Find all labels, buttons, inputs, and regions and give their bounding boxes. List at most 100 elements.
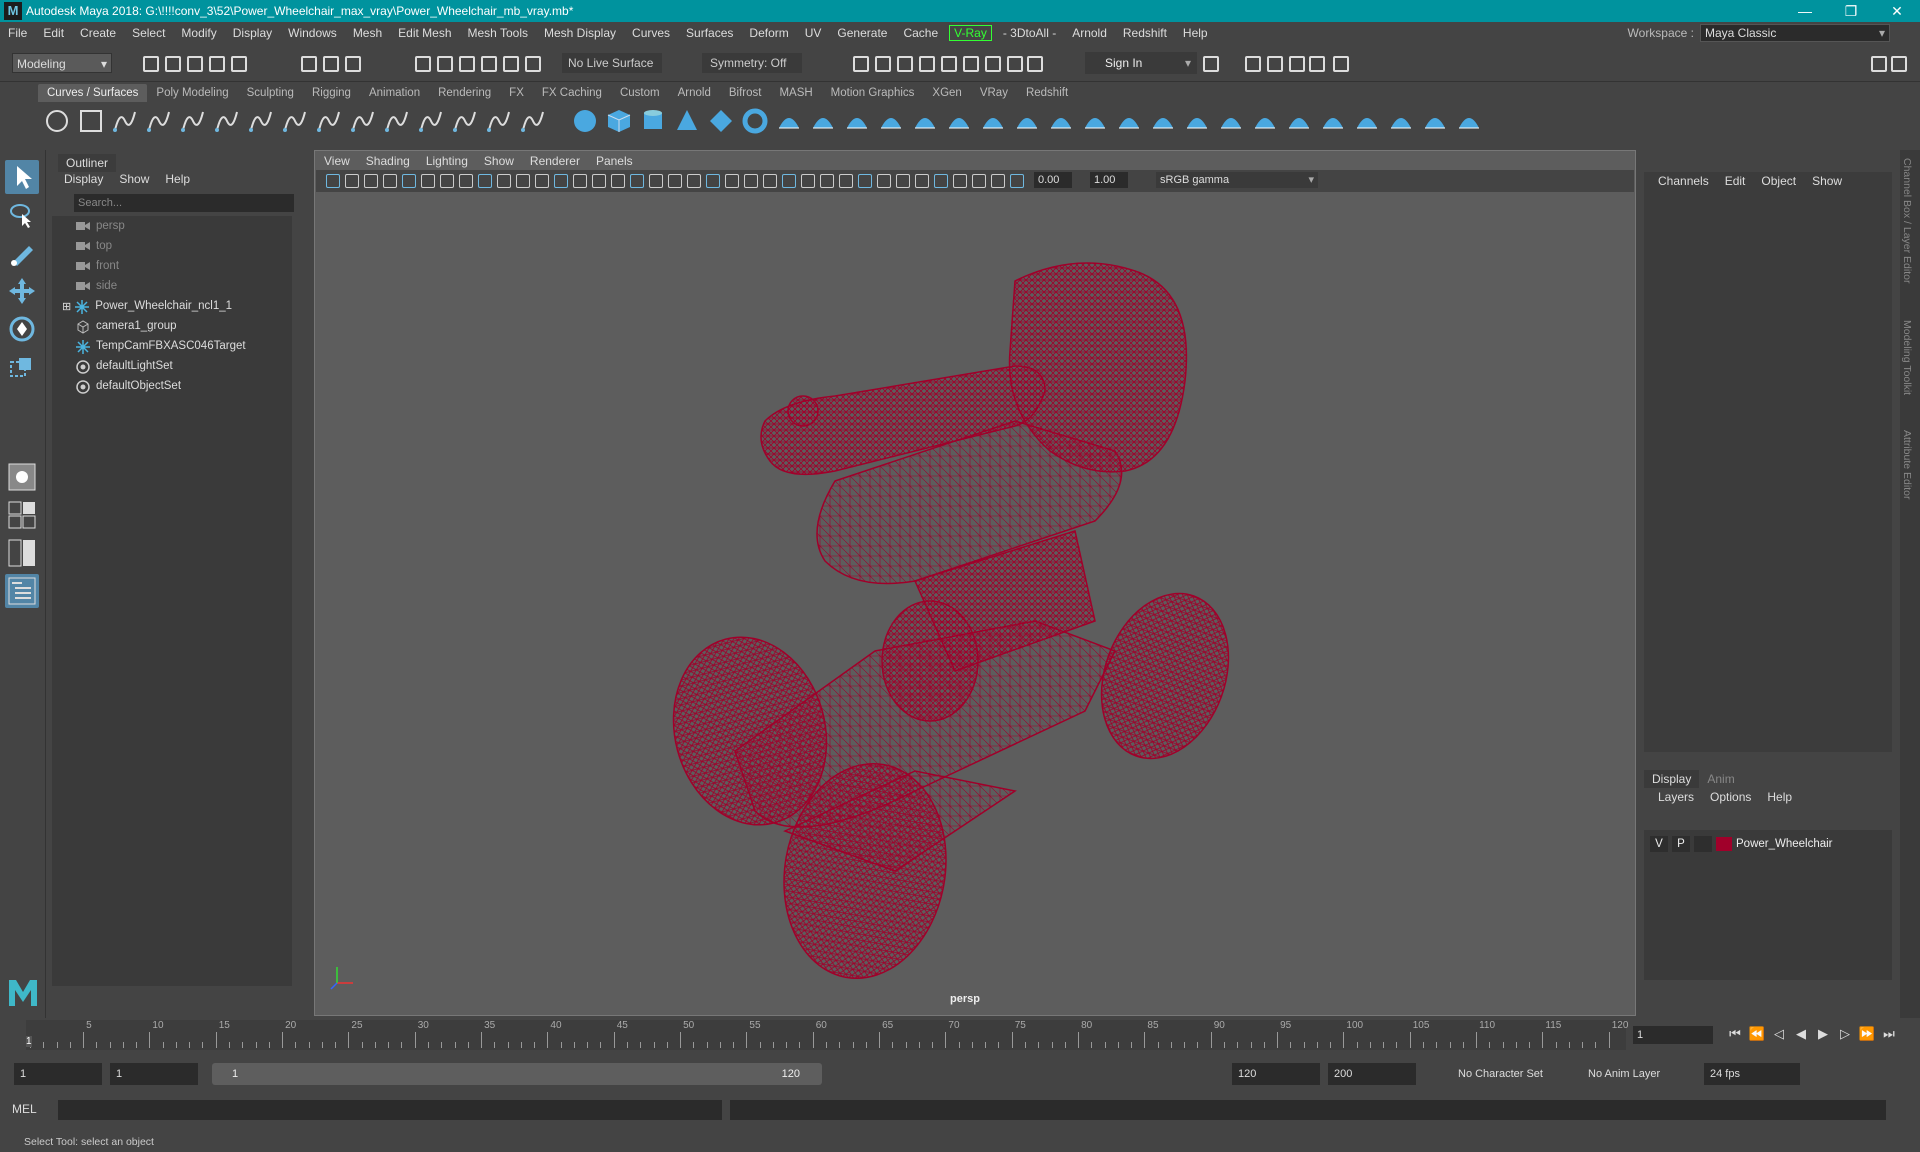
shelf-tool-36-icon[interactable]: [1252, 108, 1278, 134]
status-tool-3-icon[interactable]: [184, 53, 203, 72]
outliner-item-persp[interactable]: persp: [76, 216, 125, 236]
shelf-tab-rendering[interactable]: Rendering: [429, 84, 500, 102]
shelf-tool-5-icon[interactable]: [180, 108, 206, 134]
channel-menu-show[interactable]: Show: [1804, 172, 1850, 190]
wheelchair-wireframe[interactable]: [315, 151, 1637, 1017]
menu-uv[interactable]: UV: [797, 26, 830, 40]
shelf-tab-arnold[interactable]: Arnold: [669, 84, 720, 102]
shelf-tab-xgen[interactable]: XGen: [923, 84, 970, 102]
shelf-tool-14-icon[interactable]: [486, 108, 512, 134]
menu-edit[interactable]: Edit: [35, 26, 72, 40]
character-set-dropdown[interactable]: No Character Set: [1450, 1063, 1580, 1085]
status-tool-26-icon[interactable]: [1264, 53, 1283, 72]
menu-mesh[interactable]: Mesh: [345, 26, 390, 40]
status-tool-23-icon[interactable]: [1024, 53, 1043, 72]
status-tool-31-icon[interactable]: [1888, 53, 1907, 72]
shelf-tool-7-icon[interactable]: [248, 108, 274, 134]
menu-generate[interactable]: Generate: [829, 26, 895, 40]
layer-menu-options[interactable]: Options: [1702, 788, 1759, 806]
step-forward-key-icon[interactable]: ⏩: [1856, 1026, 1878, 1042]
viewport-tool-15-icon[interactable]: [592, 174, 606, 188]
status-tool-18-icon[interactable]: [916, 53, 935, 72]
status-tool-20-icon[interactable]: [960, 53, 979, 72]
viewport-tool-27-icon[interactable]: [820, 174, 834, 188]
menu-edit-mesh[interactable]: Edit Mesh: [390, 26, 459, 40]
viewport-panel[interactable]: [314, 150, 1636, 1016]
shelf-tab-fx[interactable]: FX: [500, 84, 533, 102]
shelf-tool-20-icon[interactable]: [708, 108, 734, 134]
channel-menu-channels[interactable]: Channels: [1650, 172, 1717, 190]
shelf-tool-18-icon[interactable]: [640, 108, 666, 134]
scale-tool-icon[interactable]: [5, 350, 39, 384]
viewport-tool-30-icon[interactable]: [877, 174, 891, 188]
status-tool-16-icon[interactable]: [872, 53, 891, 72]
shelf-tool-37-icon[interactable]: [1286, 108, 1312, 134]
shelf-tool-33-icon[interactable]: [1150, 108, 1176, 134]
time-ruler[interactable]: 5 10 15 20 25 30 35 40 45 50 55 60 65 70 75 80 85 90 95 100…: [26, 1020, 1628, 1050]
status-tool-13-icon[interactable]: [500, 53, 519, 72]
playback-start-field[interactable]: 1: [110, 1063, 198, 1085]
layer-menu-layers[interactable]: Layers: [1650, 788, 1702, 806]
shelf-tool-23-icon[interactable]: [810, 108, 836, 134]
menu-arnold[interactable]: Arnold: [1064, 26, 1115, 40]
shelf-tab-fx-caching[interactable]: FX Caching: [533, 84, 611, 102]
status-tool-27-icon[interactable]: [1286, 53, 1305, 72]
layer-tab-anim[interactable]: Anim: [1699, 770, 1742, 788]
command-input[interactable]: [58, 1100, 722, 1120]
shelf-tool-34-icon[interactable]: [1184, 108, 1210, 134]
tab-channel-box[interactable]: Channel Box / Layer Editor: [1901, 158, 1913, 284]
shelf-tool-40-icon[interactable]: [1388, 108, 1414, 134]
menu-help[interactable]: Help: [1175, 26, 1216, 40]
step-forward-frame-icon[interactable]: ▷: [1834, 1026, 1856, 1042]
menu-mesh-display[interactable]: Mesh Display: [536, 26, 624, 40]
layer-tab-display[interactable]: Display: [1644, 770, 1700, 788]
viewport-tool-6-icon[interactable]: [421, 174, 435, 188]
shelf-tool-42-icon[interactable]: [1456, 108, 1482, 134]
viewport-tool-9-icon[interactable]: [478, 174, 492, 188]
viewport-tool-16-icon[interactable]: [611, 174, 625, 188]
viewport-tool-36-icon[interactable]: [991, 174, 1005, 188]
viewport-tool-18-icon[interactable]: [649, 174, 663, 188]
restore-button[interactable]: ❐: [1828, 0, 1874, 22]
outliner-menu-help[interactable]: Help: [157, 172, 198, 186]
shelf-tool-12-icon[interactable]: [418, 108, 444, 134]
outliner-search-input[interactable]: Search...: [74, 194, 294, 212]
viewport-menu-view[interactable]: View: [316, 152, 358, 170]
viewport-tool-11-icon[interactable]: [516, 174, 530, 188]
shelf-tool-41-icon[interactable]: [1422, 108, 1448, 134]
gamma-field[interactable]: 1.00: [1090, 172, 1128, 188]
viewport-tool-34-icon[interactable]: [953, 174, 967, 188]
outliner-menu-display[interactable]: Display: [56, 172, 111, 186]
shelf-tab-curves-surfaces[interactable]: Curves / Surfaces: [38, 84, 148, 102]
viewport-tool-2-icon[interactable]: [345, 174, 359, 188]
viewport-tool-4-icon[interactable]: [383, 174, 397, 188]
shelf-tool-9-icon[interactable]: [316, 108, 342, 134]
shelf-tab-sculpting[interactable]: Sculpting: [238, 84, 303, 102]
shelf-tool-28-icon[interactable]: [980, 108, 1006, 134]
step-back-frame-icon[interactable]: ◁: [1768, 1026, 1790, 1042]
shelf-tool-38-icon[interactable]: [1320, 108, 1346, 134]
viewport-tool-21-icon[interactable]: [706, 174, 720, 188]
shelf-tool-30-icon[interactable]: [1048, 108, 1074, 134]
tab-attribute-editor[interactable]: Attribute Editor: [1901, 430, 1913, 499]
menu-mesh-tools[interactable]: Mesh Tools: [460, 26, 536, 40]
current-frame-field[interactable]: 1: [1633, 1026, 1713, 1044]
viewport-tool-20-icon[interactable]: [687, 174, 701, 188]
menu-select[interactable]: Select: [124, 26, 173, 40]
menu-3dtoall[interactable]: - 3DtoAll -: [995, 26, 1064, 40]
status-tool-4-icon[interactable]: [206, 53, 225, 72]
single-perspective-layout-icon[interactable]: [5, 460, 39, 494]
expand-icon[interactable]: ⊞: [62, 300, 71, 313]
menu-create[interactable]: Create: [72, 26, 124, 40]
menu-vray[interactable]: V-Ray: [949, 25, 992, 41]
layer-name[interactable]: Power_Wheelchair: [1736, 838, 1833, 850]
rotate-tool-icon[interactable]: [5, 312, 39, 346]
shelf-tool-27-icon[interactable]: [946, 108, 972, 134]
shelf-tool-32-icon[interactable]: [1116, 108, 1142, 134]
menu-file[interactable]: File: [0, 26, 35, 40]
two-view-layout-icon[interactable]: [5, 536, 39, 570]
viewport-tool-29-icon[interactable]: [858, 174, 872, 188]
viewport-tool-33-icon[interactable]: [934, 174, 948, 188]
shelf-tool-39-icon[interactable]: [1354, 108, 1380, 134]
viewport-tool-14-icon[interactable]: [573, 174, 587, 188]
